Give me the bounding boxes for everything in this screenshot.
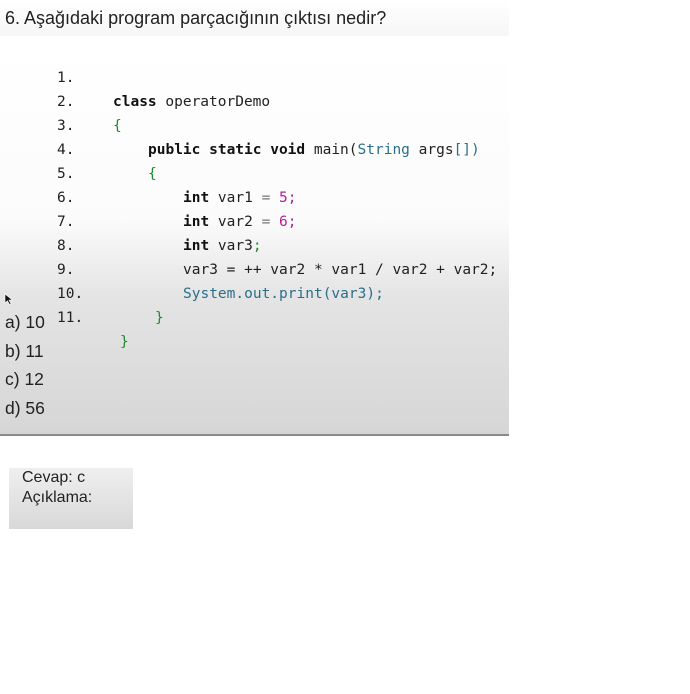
code-line: 7. int var3; [0,186,262,254]
code-semicolon: ; [252,238,262,254]
code-line: 2. { [0,66,122,134]
option-b[interactable]: b) 11 [5,337,45,366]
line-number: 9. [57,262,75,278]
code-line: 9. System.out.print(var3); [0,234,384,302]
code-line: 3. public static void main(String args[]… [0,90,480,158]
option-a[interactable]: a) 10 [5,308,45,337]
line-number: 10. [57,286,84,302]
code-keyword: class [113,94,157,110]
code-type: System [183,286,236,302]
code-line: 6. int var2 = 6; [0,162,297,230]
option-d[interactable]: d) 56 [5,394,45,423]
line-number: 7. [57,214,75,230]
code-brace: { [113,118,122,134]
code-text: var1 [209,190,262,206]
code-brace: { [148,166,157,182]
code-text: .out.print(var3); [235,286,384,302]
code-line: 8. var3 = ++ var2 * var1 / var2 + var2; [0,210,497,278]
code-keyword: int [183,190,210,206]
code-line: 10. } [0,258,164,326]
code-line: 5. int var1 = 5; [0,138,297,206]
code-text: operatorDemo [156,94,271,110]
question-title: 6. Aşağıdaki program parçacığının çıktıs… [0,0,509,36]
code-keyword: int [183,238,210,254]
code-type: String [357,142,410,158]
code-line: 4. { [0,114,157,182]
line-number: 5. [57,166,75,182]
line-number: 4. [57,142,75,158]
line-number: 2. [57,94,75,110]
code-semicolon: ; [287,190,297,206]
answer-box: Cevap: c Açıklama: [9,468,133,529]
code-text: var3 [209,238,253,254]
answer-options: a) 10 b) 11 c) 12 d) 56 [5,308,45,422]
code-number: 6 [270,214,288,230]
code-brace: } [155,310,164,326]
code-panel: 1. class operatorDemo 2. { 3. public sta… [0,44,509,436]
code-text: args [409,142,454,158]
code-text: var2 [209,214,262,230]
line-number: 6. [57,190,75,206]
code-text: var3 = ++ var2 * var1 / var2 + var2; [183,262,498,278]
mouse-pointer-icon [4,293,14,305]
code-line: 1. class operatorDemo [0,42,270,110]
line-number: 3. [57,118,75,134]
option-c[interactable]: c) 12 [5,365,45,394]
code-keyword: public static void [148,142,306,158]
code-number: 5 [270,190,288,206]
code-text: main( [305,142,358,158]
line-number: 8. [57,238,75,254]
code-brace: } [120,334,129,350]
explanation-label: Açıklama: [22,489,93,506]
code-bracket: []) [453,142,480,158]
answer-label: Cevap: c [22,469,86,486]
code-keyword: int [183,214,210,230]
line-number: 1. [57,70,75,86]
code-semicolon: ; [287,214,297,230]
line-number: 11. [57,310,84,326]
